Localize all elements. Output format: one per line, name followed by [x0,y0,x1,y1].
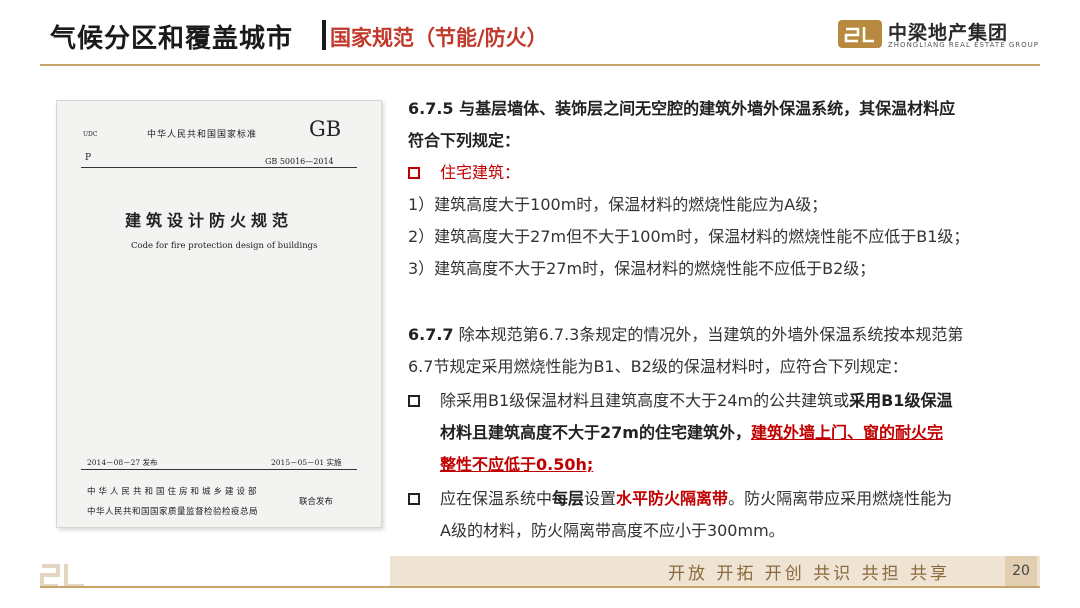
doc-title-cn: 建筑设计防火规范 [125,211,294,230]
doc-issue-date: 2014－08－27 发布 [87,458,158,467]
list-item: 3）建筑高度不大于27m时，保温材料的燃烧性能不应低于B2级； [408,259,876,278]
page-number: 20 [1005,556,1037,586]
residential-label: 住宅建筑： [440,163,521,182]
doc-rule-top [81,167,357,168]
doc-udc: UDC [83,131,98,138]
bullet-b1-line3: 整性不应低于0.50h; [440,450,593,480]
footer-slogan: 开放 开拓 开创 共识 共担 共享 [668,564,951,584]
section-675-line1: 6.7.5 与基层墙体、装饰层之间无空腔的建筑外墙外保温系统，其保温材料应 [408,99,956,118]
bullet-b2-text-c: 设置 [584,489,617,508]
doc-rule-bottom [81,469,357,470]
doc-title-en: Code for fire protection design of build… [131,241,318,251]
residential-heading: 住宅建筑： [408,158,520,188]
list-item: 2）建筑高度大于27m但不大于100m时，保温材料的燃烧性能不应低于B1级； [408,227,970,246]
section-677-text: 除本规范第6.7.3条规定的情况外，当建筑的外墙外保温系统按本规范第 [453,325,964,344]
bullet-b1-text-b: 采用B1级保温 [849,391,953,410]
bullet-b1-line2: 材料且建筑高度不大于27m的住宅建筑外，建筑外墙上门、窗的耐火完 [440,418,943,448]
bullet-b2-text-e: 。防火隔离带应采用燃烧性能为 [728,489,953,508]
company-logo: 中梁地产集团 ZHONGLIANG REAL ESTATE GROUP [838,18,1038,52]
logo-mark-icon [838,20,882,48]
checkbox-square-icon [408,167,420,179]
section-677-number: 6.7.7 [408,325,454,344]
standard-cover-image: UDC 中华人民共和国国家标准 GB P GB 50016—2014 建筑设计防… [56,100,382,528]
doc-publisher-1: 中华人民共和国住房和城乡建设部 [87,487,260,497]
bullet-b2-text-b: 每层 [552,489,585,508]
title-divider [322,20,326,50]
doc-joint-release: 联合发布 [299,497,334,507]
section-675-line2: 符合下列规定： [408,131,521,150]
list-item: 1）建筑高度大于100m时，保温材料的燃烧性能应为A级； [408,195,828,214]
bullet-b1-text-c: 材料且建筑高度不大于27m的住宅建筑外， [440,423,751,442]
page-subtitle: 国家规范（节能/防火） [330,26,548,50]
footer-divider [40,586,1040,588]
doc-number: GB 50016—2014 [265,157,334,166]
bullet-b2-line1: 应在保温系统中每层设置水平防火隔离带。防火隔离带应采用燃烧性能为 [408,484,952,514]
bullet-b2-line2: A级的材料，防火隔离带高度不应小于300mm。 [440,521,785,540]
checkbox-square-icon [408,493,420,505]
section-677-line2: 6.7节规定采用燃烧性能为B1、B2级的保温材料时，应符合下列规定： [408,357,908,376]
bullet-b1-text-e: 整性不应低于0.50h; [440,455,594,474]
logo-text-en: ZHONGLIANG REAL ESTATE GROUP [888,41,1039,49]
doc-gb-mark: GB [309,117,342,141]
doc-category: P [85,153,92,163]
checkbox-square-icon [408,395,420,407]
doc-publisher-2: 中华人民共和国国家质量监督检验检疫总局 [87,507,259,517]
header: 气候分区和覆盖城市 国家规范（节能/防火） 中梁地产集团 ZHONGLIANG … [0,0,1080,66]
bullet-b2-text-a: 应在保温系统中 [440,489,553,508]
bullet-b1-text-d: 建筑外墙上门、窗的耐火完 [750,423,943,442]
section-677-line1: 6.7.7 除本规范第6.7.3条规定的情况外，当建筑的外墙外保温系统按本规范第 [408,320,963,350]
doc-standard-label: 中华人民共和国国家标准 [147,130,258,140]
header-divider [40,64,1040,66]
bullet-b1-text-a: 除采用B1级保温材料且建筑高度不大于24m的公共建筑或 [440,391,850,410]
bullet-b2-text-d: 水平防火隔离带 [616,489,729,508]
doc-impl-date: 2015－05－01 实施 [271,458,342,467]
page-title: 气候分区和覆盖城市 [50,24,294,54]
bullet-b1-line1: 除采用B1级保温材料且建筑高度不大于24m的公共建筑或采用B1级保温 [408,386,952,416]
